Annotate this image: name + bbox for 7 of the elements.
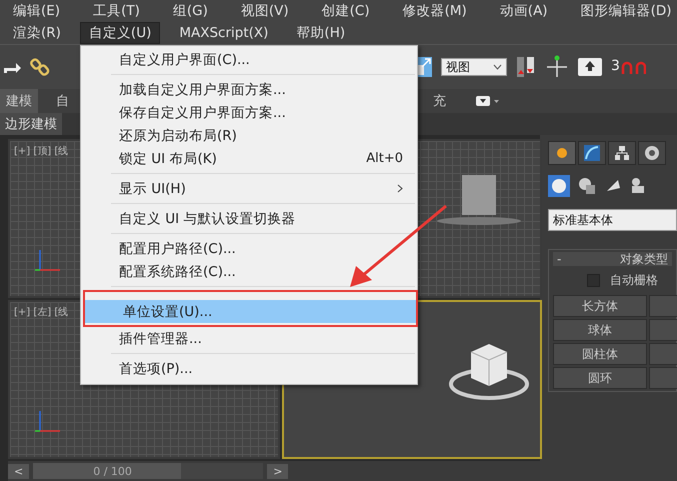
shortcut-label: Alt+0 (366, 151, 403, 166)
viewport-label: [+] [左] [线 (14, 306, 68, 319)
rollout-title: 对象类型 (620, 250, 668, 268)
collapse-sign: - (557, 252, 562, 266)
frame-counter: 0 / 100 (93, 464, 132, 478)
checkbox-label: 自动栅格 (610, 272, 658, 289)
viewport-label: [+] [顶] [线 (14, 144, 68, 158)
